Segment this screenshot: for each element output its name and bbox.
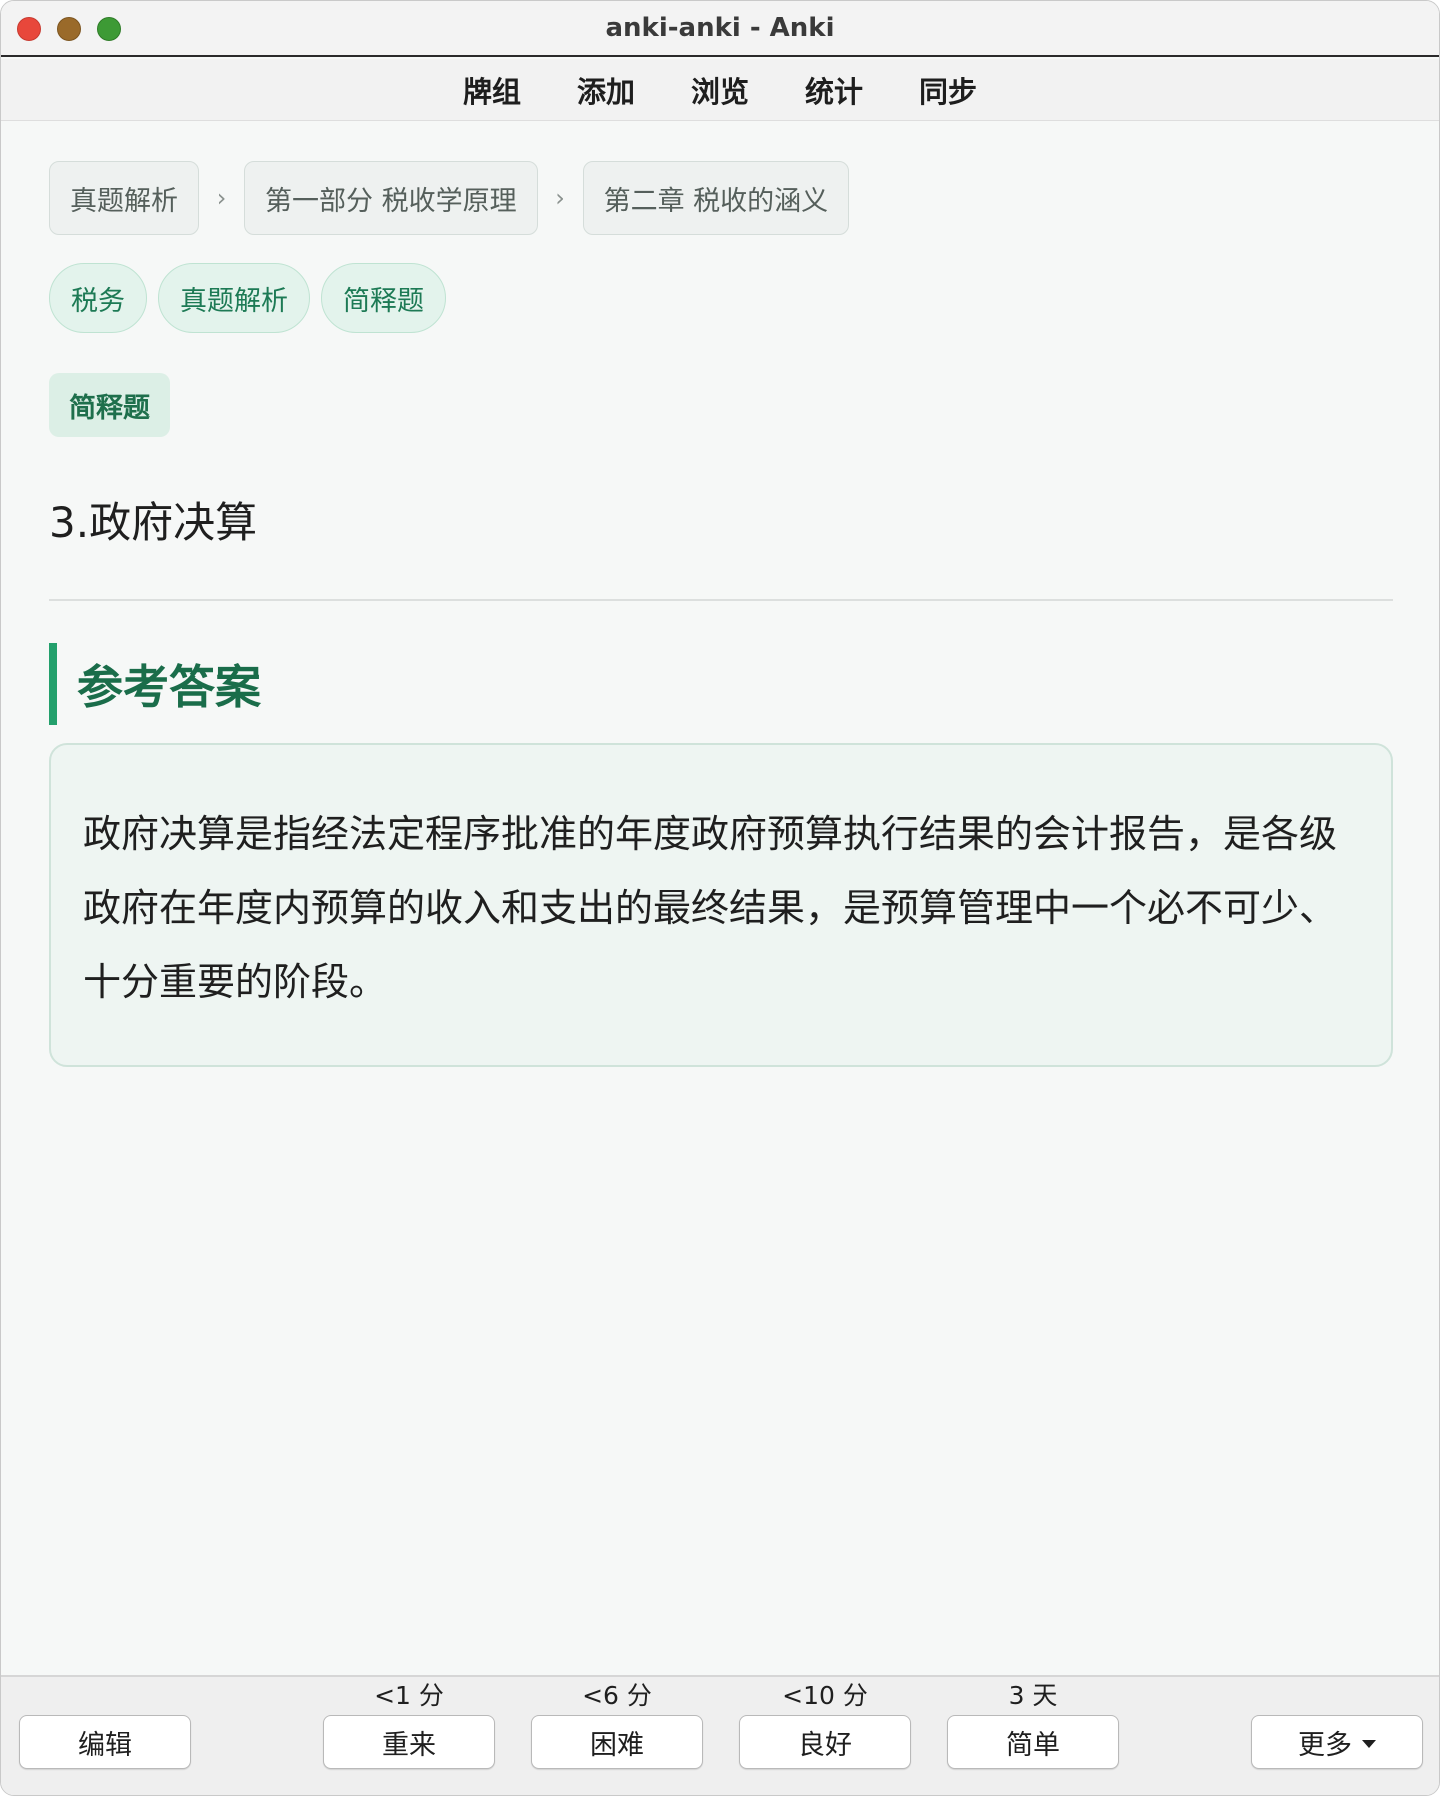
answer-text: 政府决算是指经法定程序批准的年度政府预算执行结果的会计报告，是各级政府在年度内预… [83, 812, 1338, 1004]
breadcrumb-separator-icon: › [555, 184, 565, 212]
easy-interval: 3 天 [1008, 1681, 1058, 1710]
more-button-label: 更多 [1298, 1729, 1352, 1761]
breadcrumb-item: 真题解析 [49, 161, 199, 235]
tag-pill: 真题解析 [158, 263, 310, 333]
again-interval: <1 分 [374, 1681, 444, 1710]
answer-good-group: <10 分 良好 [739, 1677, 911, 1769]
toolbar-add[interactable]: 添加 [549, 69, 663, 111]
toolbar-sync[interactable]: 同步 [891, 69, 1005, 111]
tag-list: 税务 真题解析 简释题 [49, 263, 446, 333]
breadcrumb-item: 第一部分 税收学原理 [244, 161, 538, 235]
edit-button[interactable]: 编辑 [19, 1715, 191, 1769]
more-group: 更多 [1251, 1677, 1423, 1769]
good-interval: <10 分 [782, 1681, 868, 1710]
toolbar-browse[interactable]: 浏览 [663, 69, 777, 111]
chevron-down-icon [1362, 1740, 1376, 1748]
tag-pill: 简释题 [321, 263, 446, 333]
question-text: 3.政府决算 [49, 498, 258, 547]
answer-box: 政府决算是指经法定程序批准的年度政府预算执行结果的会计报告，是各级政府在年度内预… [49, 743, 1393, 1067]
toolbar-stats[interactable]: 统计 [777, 69, 891, 111]
review-bottom-bar: 编辑 <1 分 重来 <6 分 困难 <10 分 良好 3 天 简单 更多 [1, 1675, 1439, 1795]
answer-heading: 参考答案 [49, 643, 449, 725]
window-title: anki-anki - Anki [605, 13, 835, 43]
main-toolbar: 牌组 添加 浏览 统计 同步 [1, 59, 1439, 121]
hard-interval: <6 分 [582, 1681, 652, 1710]
anki-window: anki-anki - Anki 牌组 添加 浏览 统计 同步 真题解析 › 第… [0, 0, 1440, 1796]
breadcrumb: 真题解析 › 第一部分 税收学原理 › 第二章 税收的涵义 [49, 161, 1393, 235]
hard-button[interactable]: 困难 [531, 1715, 703, 1769]
breadcrumb-item: 第二章 税收的涵义 [582, 161, 850, 235]
answer-again-group: <1 分 重来 [323, 1677, 495, 1769]
again-button[interactable]: 重来 [323, 1715, 495, 1769]
question-type-badge: 简释题 [49, 373, 170, 437]
answer-easy-group: 3 天 简单 [947, 1677, 1119, 1769]
easy-button[interactable]: 简单 [947, 1715, 1119, 1769]
toolbar-decks[interactable]: 牌组 [435, 69, 549, 111]
good-button[interactable]: 良好 [739, 1715, 911, 1769]
more-button[interactable]: 更多 [1251, 1715, 1423, 1769]
edit-group: 编辑 [19, 1677, 191, 1769]
answer-hard-group: <6 分 困难 [531, 1677, 703, 1769]
tag-pill: 税务 [49, 263, 147, 333]
card-content: 真题解析 › 第一部分 税收学原理 › 第二章 税收的涵义 税务 真题解析 简释… [49, 161, 1393, 1067]
answer-divider [49, 599, 1393, 601]
title-bar: anki-anki - Anki [1, 1, 1439, 57]
breadcrumb-separator-icon: › [216, 184, 227, 212]
